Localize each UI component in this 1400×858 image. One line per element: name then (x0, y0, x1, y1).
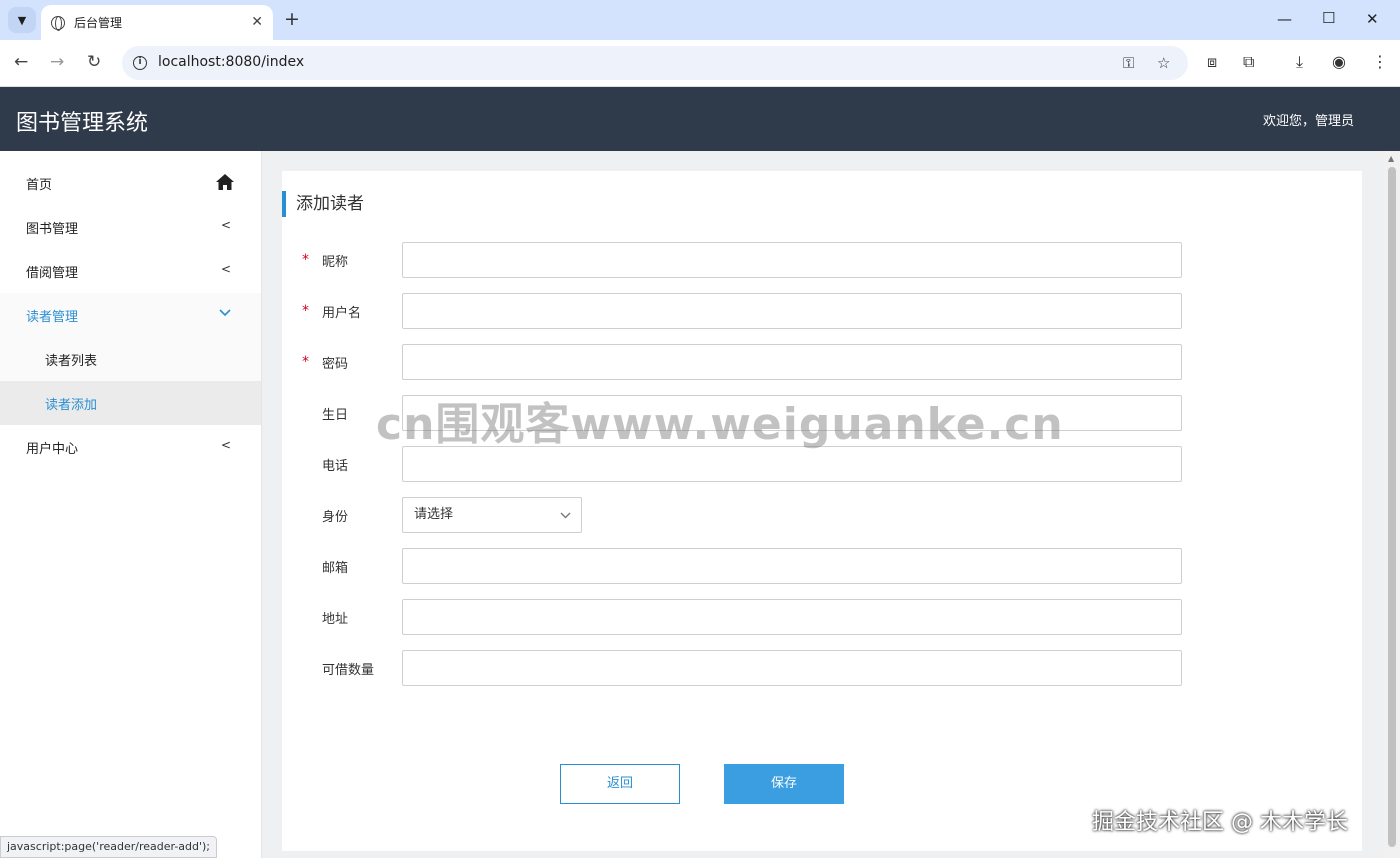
welcome-text: 欢迎您，管理员 (1262, 114, 1354, 129)
sidebar-item-reader-list[interactable]: 读者列表 (0, 337, 261, 381)
field-label: 邮箱 (322, 561, 349, 576)
chevron-left-icon: < (220, 262, 231, 276)
field-label: 可借数量 (322, 663, 375, 678)
sidebar-item-books[interactable]: 图书管理 < (0, 205, 261, 249)
close-icon[interactable]: ✕ (251, 14, 263, 30)
key-icon[interactable]: ⚿ (1123, 54, 1134, 72)
form-row-password: * 密码 (302, 344, 1182, 380)
sidebar-item-borrow[interactable]: 借阅管理 < (0, 249, 261, 293)
password-input[interactable] (402, 344, 1182, 380)
select-value: 请选择 (414, 507, 454, 522)
form-row-email: 邮箱 (302, 548, 1182, 584)
browser-tab-bar: ▼ 后台管理 ✕ + — ☐ ✕ (0, 0, 1400, 40)
sidebar-item-label: 读者管理 (26, 309, 79, 325)
main-content: 添加读者 * 昵称 * 用户名 * 密码 生日 电话 身份 请选择 邮箱 地址 … (262, 151, 1384, 858)
sidebar-item-reader-add[interactable]: 读者添加 (0, 381, 261, 425)
credit-watermark: 掘金技术社区 @ 木木学长 (1092, 810, 1348, 835)
app-header: 图书管理系统 欢迎您，管理员 (0, 87, 1400, 151)
sidebar-item-label: 图书管理 (26, 221, 79, 237)
required-mark: * (302, 252, 309, 268)
form-row-identity: 身份 请选择 (302, 497, 1182, 533)
field-label: 密码 (322, 357, 349, 372)
form-row-borrow-limit: 可借数量 (302, 650, 1182, 686)
username-input[interactable] (402, 293, 1182, 329)
info-icon[interactable]: i (133, 56, 147, 70)
forward-arrow-icon[interactable]: → (50, 52, 64, 72)
profile-icon[interactable]: ◉ (1332, 52, 1346, 71)
sidebar-item-label: 读者添加 (45, 397, 98, 413)
back-button[interactable]: 返回 (560, 764, 680, 804)
tab-title: 后台管理 (74, 16, 123, 30)
sidebar-item-label: 首页 (26, 177, 53, 193)
sidebar-item-user-center[interactable]: 用户中心 < (0, 425, 261, 469)
chevron-down-icon (560, 512, 571, 519)
window-close-icon[interactable]: ✕ (1366, 10, 1379, 28)
field-label: 用户名 (322, 306, 362, 321)
form-row-username: * 用户名 (302, 293, 1182, 329)
new-tab-icon[interactable]: + (284, 8, 300, 30)
home-icon (216, 174, 234, 190)
form-row-address: 地址 (302, 599, 1182, 635)
form-row-nickname: * 昵称 (302, 242, 1182, 278)
field-label: 电话 (322, 459, 349, 474)
sidebar: 首页 图书管理 < 借阅管理 < 读者管理 读者列表 读者添加 用户中心 < (0, 151, 262, 858)
chevron-down-icon: ▼ (17, 13, 27, 27)
minimize-icon[interactable]: — (1277, 10, 1292, 28)
required-mark: * (302, 303, 309, 319)
field-label: 生日 (322, 408, 349, 423)
extensions-icon[interactable]: ⧉ (1243, 52, 1254, 72)
maximize-icon[interactable]: ☐ (1322, 9, 1335, 27)
scroll-thumb[interactable] (1388, 167, 1396, 847)
crop-icon[interactable]: ⧈ (1207, 52, 1217, 72)
field-label: 地址 (322, 612, 349, 627)
watermark-text: cn围观客www.weiguanke.cn (376, 399, 1064, 450)
tab-search-button[interactable]: ▼ (8, 7, 36, 33)
sidebar-item-label: 读者列表 (45, 353, 98, 369)
url-text: localhost:8080/index (158, 54, 305, 70)
star-icon[interactable]: ☆ (1157, 54, 1170, 72)
sidebar-item-label: 用户中心 (26, 441, 79, 457)
chevron-left-icon: < (220, 218, 231, 232)
identity-select[interactable]: 请选择 (402, 497, 582, 533)
save-button[interactable]: 保存 (724, 764, 844, 804)
download-icon[interactable]: ⤓ (1296, 52, 1303, 72)
address-input[interactable] (402, 599, 1182, 635)
field-label: 昵称 (322, 255, 349, 270)
scroll-up-icon[interactable]: ▲ (1388, 154, 1394, 163)
page-title: 添加读者 (282, 191, 364, 217)
required-mark: * (302, 354, 309, 370)
chevron-down-icon (219, 309, 231, 317)
status-url-tooltip: javascript:page('reader/reader-add'); (0, 836, 218, 858)
browser-address-bar: ← → ↻ i localhost:8080/index ⚿ ☆ ⧈ ⧉ ⤓ ◉… (0, 40, 1400, 87)
sidebar-item-home[interactable]: 首页 (0, 161, 261, 205)
url-field[interactable]: i localhost:8080/index ⚿ ☆ (122, 46, 1188, 80)
borrow-limit-input[interactable] (402, 650, 1182, 686)
app-title: 图书管理系统 (16, 111, 149, 136)
email-input[interactable] (402, 548, 1182, 584)
form-card: 添加读者 * 昵称 * 用户名 * 密码 生日 电话 身份 请选择 邮箱 地址 … (282, 171, 1362, 851)
more-icon[interactable]: ⋮ (1372, 52, 1388, 71)
browser-tab[interactable]: 后台管理 ✕ (41, 5, 273, 40)
field-label: 身份 (322, 510, 349, 525)
nickname-input[interactable] (402, 242, 1182, 278)
chevron-left-icon: < (220, 438, 231, 452)
page-scrollbar[interactable]: ▲ (1384, 151, 1400, 858)
back-arrow-icon[interactable]: ← (14, 52, 28, 72)
globe-icon (51, 15, 65, 31)
sidebar-item-readers[interactable]: 读者管理 (0, 293, 261, 337)
reload-icon[interactable]: ↻ (87, 52, 101, 72)
sidebar-item-label: 借阅管理 (26, 265, 79, 281)
